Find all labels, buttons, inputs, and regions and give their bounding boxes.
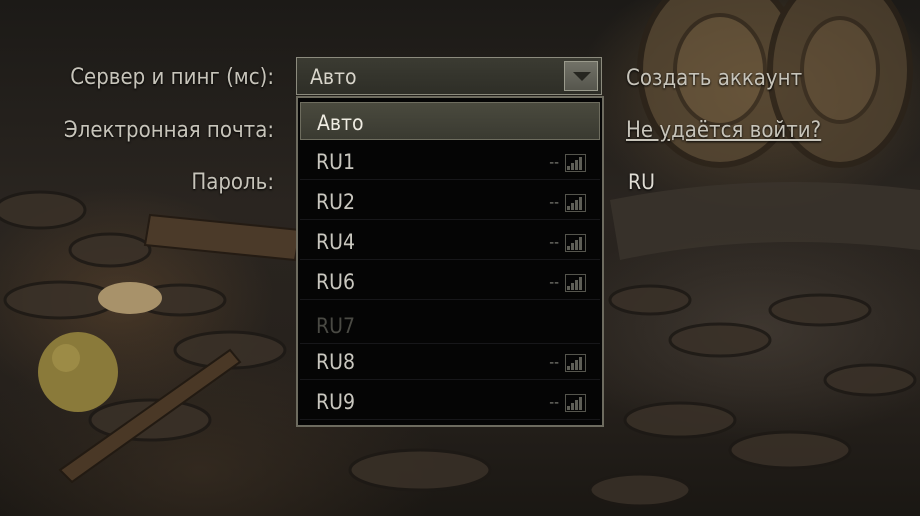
ping-value: -- bbox=[549, 393, 559, 411]
server-dropdown-list: Авто RU1 -- RU2 -- RU4 -- RU6 -- RU7 RU8 bbox=[296, 96, 604, 427]
signal-bars-icon bbox=[565, 274, 586, 292]
server-option-label: RU8 bbox=[316, 350, 355, 374]
server-select-value: Авто bbox=[310, 65, 357, 89]
signal-bars-icon bbox=[565, 154, 586, 172]
server-option-label: RU9 bbox=[316, 390, 355, 414]
server-option-label: RU2 bbox=[316, 190, 355, 214]
ping-indicator: -- bbox=[549, 232, 586, 252]
ping-indicator: -- bbox=[549, 392, 586, 412]
create-account-link[interactable]: Создать аккаунт bbox=[626, 66, 802, 91]
ping-value: -- bbox=[549, 273, 559, 291]
ping-value: -- bbox=[549, 233, 559, 251]
server-option-ru7: RU7 bbox=[300, 306, 600, 344]
server-option-ru8[interactable]: RU8 -- bbox=[300, 342, 600, 380]
server-option-label: RU4 bbox=[316, 230, 355, 254]
ping-indicator: -- bbox=[549, 192, 586, 212]
server-label: Сервер и пинг (мс): bbox=[70, 65, 274, 90]
region-indicator: RU bbox=[628, 170, 655, 194]
apple-graphic bbox=[38, 332, 118, 412]
signal-bars-icon bbox=[565, 354, 586, 372]
server-option-label: RU6 bbox=[316, 270, 355, 294]
server-option-ru2[interactable]: RU2 -- bbox=[300, 182, 600, 220]
cant-login-link[interactable]: Не удаётся войти? bbox=[626, 118, 821, 143]
server-option-auto[interactable]: Авто bbox=[300, 102, 600, 140]
chevron-down-icon[interactable] bbox=[564, 61, 598, 91]
server-option-ru6[interactable]: RU6 -- bbox=[300, 262, 600, 300]
email-label: Электронная почта: bbox=[63, 118, 274, 143]
ping-indicator: -- bbox=[549, 352, 586, 372]
server-option-ru9[interactable]: RU9 -- bbox=[300, 382, 600, 420]
server-option-label: RU7 bbox=[316, 314, 355, 338]
ping-value: -- bbox=[549, 353, 559, 371]
server-option-label: RU1 bbox=[316, 150, 355, 174]
server-option-ru1[interactable]: RU1 -- bbox=[300, 142, 600, 180]
server-option-label: Авто bbox=[317, 111, 364, 135]
ping-value: -- bbox=[549, 153, 559, 171]
ping-indicator: -- bbox=[549, 272, 586, 292]
signal-bars-icon bbox=[565, 234, 586, 252]
server-select[interactable]: Авто bbox=[296, 57, 602, 95]
server-option-ru4[interactable]: RU4 -- bbox=[300, 222, 600, 260]
ping-indicator: -- bbox=[549, 152, 586, 172]
signal-bars-icon bbox=[565, 194, 586, 212]
ping-value: -- bbox=[549, 193, 559, 211]
password-label: Пароль: bbox=[191, 170, 274, 195]
signal-bars-icon bbox=[565, 394, 586, 412]
